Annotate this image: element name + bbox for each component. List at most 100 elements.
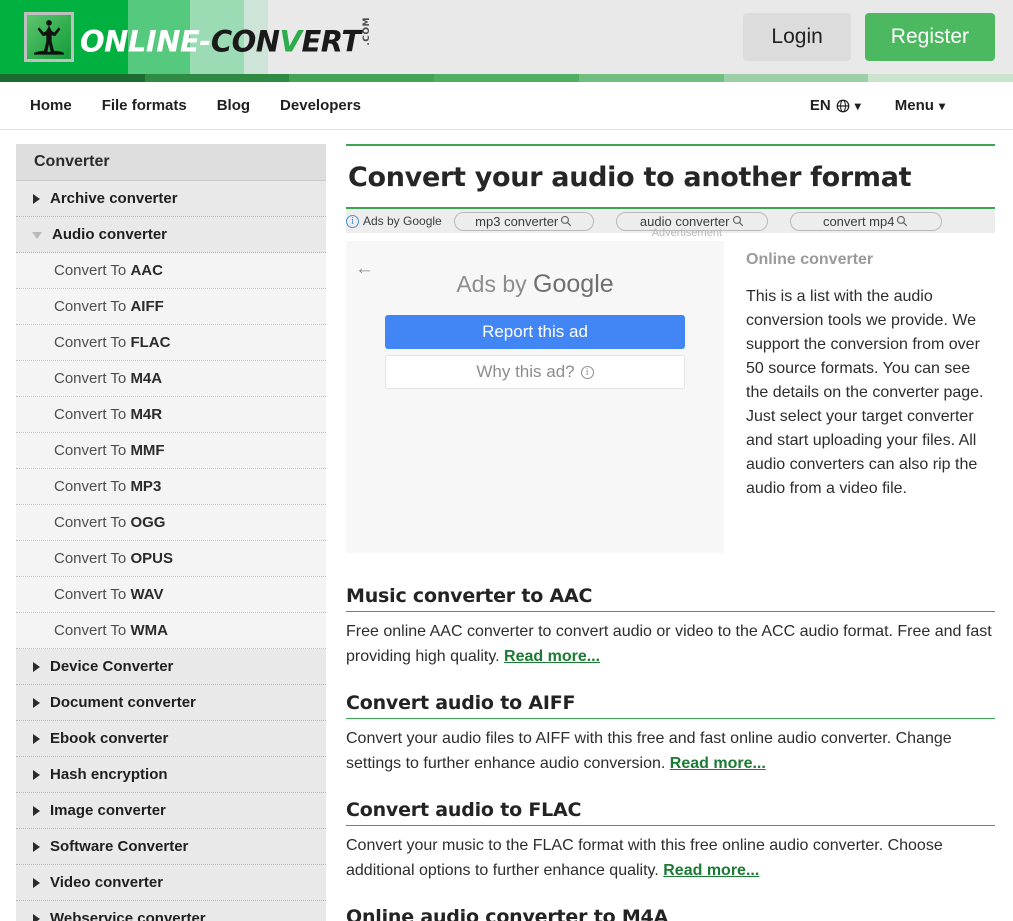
- read-more-link[interactable]: Read more...: [663, 862, 759, 879]
- search-icon: [560, 215, 572, 227]
- chevron-down-icon: ▾: [854, 98, 861, 113]
- intro-text-block: Online converter This is a list with the…: [746, 241, 995, 553]
- sidebar-item-format: MMF: [130, 442, 165, 459]
- sidebar-group-label: Device Converter: [50, 658, 174, 675]
- search-icon: [732, 215, 744, 227]
- read-more-link[interactable]: Read more...: [670, 755, 766, 772]
- section-heading: Convert audio to FLAC: [346, 799, 995, 826]
- sidebar-group-label: Image converter: [50, 802, 166, 819]
- sidebar-list: Archive converter Audio converter Convert …: [16, 181, 326, 921]
- sidebar-item-convert-to-m4r[interactable]: Convert To M4R: [16, 397, 326, 433]
- sidebar-group-webservice-converter[interactable]: Webservice converter: [16, 901, 326, 921]
- sidebar-item-convert-to-aac[interactable]: Convert To AAC: [16, 253, 326, 289]
- logo-text-tld: .COM: [361, 17, 372, 46]
- ad-keyword-text: mp3 converter: [475, 213, 559, 229]
- logo-text-con: CON: [210, 24, 280, 59]
- report-this-ad-button[interactable]: Report this ad: [385, 315, 685, 349]
- sidebar-item-format: WAV: [130, 586, 164, 603]
- sidebar-group-label: Video converter: [50, 874, 164, 891]
- section-body: Convert your audio files to AIFF with th…: [346, 726, 995, 776]
- stripe-segment: [144, 74, 290, 82]
- sidebar-item-prefix: Convert To: [54, 262, 131, 279]
- ad-keyword-pill[interactable]: mp3 converter: [453, 211, 594, 231]
- sidebar-item-format: M4A: [130, 370, 163, 387]
- sidebar-item-prefix: Convert To: [54, 298, 131, 315]
- sidebar-group-hash-encryption[interactable]: Hash encryption: [16, 757, 326, 793]
- sidebar-item-format: OGG: [130, 514, 166, 531]
- sidebar-item-prefix: Convert To: [54, 442, 131, 459]
- sidebar-item-convert-to-wav[interactable]: Convert To WAV: [16, 577, 326, 613]
- menu-button[interactable]: Menu ▾: [895, 97, 945, 114]
- nav-links: Home File formats Blog Developers: [30, 97, 361, 114]
- sidebar-item-convert-to-mp3[interactable]: Convert To MP3: [16, 469, 326, 505]
- sidebar-group-document-converter[interactable]: Document converter: [16, 685, 326, 721]
- login-button[interactable]: Login: [743, 13, 851, 61]
- sidebar-item-convert-to-opus[interactable]: Convert To OPUS: [16, 541, 326, 577]
- converter-section: Convert audio to AIFF Convert your audio …: [346, 692, 995, 776]
- info-icon[interactable]: i: [346, 214, 359, 228]
- sidebar-group-software-converter[interactable]: Software Converter: [16, 829, 326, 865]
- chevron-right-icon: [33, 697, 40, 708]
- nav-link-blog[interactable]: Blog: [217, 97, 250, 114]
- chevron-right-icon: [33, 877, 40, 888]
- nav-link-file-formats[interactable]: File formats: [102, 97, 187, 114]
- chevron-right-icon: [33, 841, 40, 852]
- sidebar-group-archive-converter[interactable]: Archive converter: [16, 181, 326, 217]
- sidebar-item-prefix: Convert To: [54, 334, 131, 351]
- read-more-link[interactable]: Read more...: [504, 648, 600, 665]
- converter-sections: Music converter to AAC Free online AAC co…: [346, 585, 995, 921]
- intro-heading: Online converter: [746, 251, 874, 268]
- logo-text-ert: ERT: [301, 24, 361, 59]
- why-this-ad-label: Why this ad?: [476, 362, 575, 381]
- ad-and-intro-row: Advertisement ← Ads by Google Report thi…: [346, 227, 995, 553]
- why-this-ad-button[interactable]: Why this ad? i: [385, 355, 685, 389]
- sidebar-item-convert-to-m4a[interactable]: Convert To M4A: [16, 361, 326, 397]
- intro-body: This is a list with the audio conversion…: [746, 288, 984, 497]
- logo-text-v: V: [279, 24, 302, 59]
- back-arrow-icon[interactable]: ←: [355, 259, 374, 278]
- sidebar-item-prefix: Convert To: [54, 586, 131, 603]
- globe-icon: [836, 99, 850, 113]
- sidebar-group-video-converter[interactable]: Video converter: [16, 865, 326, 901]
- sidebar-group-image-converter[interactable]: Image converter: [16, 793, 326, 829]
- menu-label: Menu: [894, 97, 934, 114]
- sidebar-group-label: Archive converter: [50, 190, 178, 207]
- sidebar-item-format: M4R: [130, 406, 163, 423]
- google-ad-panel: Advertisement ← Ads by Google Report thi…: [346, 227, 724, 553]
- sidebar-group-audio-converter[interactable]: Audio converter: [16, 217, 326, 253]
- nav-utilities: EN ▾ Menu ▾: [810, 97, 993, 114]
- site-logo[interactable]: ONLINE-CONVERT.COM: [24, 12, 372, 62]
- sidebar-item-convert-to-flac[interactable]: Convert To FLAC: [16, 325, 326, 361]
- section-heading: Music converter to AAC: [346, 585, 995, 612]
- language-selector[interactable]: EN ▾: [810, 97, 861, 114]
- sidebar-item-format: AIFF: [130, 298, 164, 315]
- sidebar-title: Converter: [16, 144, 326, 181]
- sidebar-group-device-converter[interactable]: Device Converter: [16, 649, 326, 685]
- search-icon: [896, 215, 908, 227]
- nav-link-home[interactable]: Home: [30, 97, 72, 114]
- sidebar-item-format: MP3: [130, 478, 162, 495]
- stripe-segment: [868, 74, 1013, 82]
- ads-by-google-label: Ads by Google: [363, 214, 442, 228]
- converter-sidebar: Converter Archive converter Audio convert…: [16, 144, 326, 921]
- nav-link-developers[interactable]: Developers: [280, 97, 361, 114]
- sidebar-item-convert-to-aiff[interactable]: Convert To AIFF: [16, 289, 326, 325]
- section-heading: Online audio converter to M4A: [346, 906, 669, 921]
- sidebar-item-convert-to-wma[interactable]: Convert To WMA: [16, 613, 326, 649]
- converter-section-partial: Online audio converter to M4A: [346, 906, 995, 921]
- ad-keyword-pill[interactable]: convert mp4: [789, 211, 942, 231]
- main-content: Convert your audio to another format i A…: [346, 144, 997, 921]
- sidebar-item-convert-to-mmf[interactable]: Convert To MMF: [16, 433, 326, 469]
- sidebar-group-ebook-converter[interactable]: Ebook converter: [16, 721, 326, 757]
- stripe-segment: [723, 74, 869, 82]
- logo-text-online: ONLINE-: [80, 24, 211, 59]
- section-body-text: Convert your music to the FLAC format wi…: [346, 837, 943, 879]
- register-button[interactable]: Register: [864, 13, 995, 61]
- auth-actions: Login Register: [743, 13, 997, 61]
- info-icon: i: [580, 365, 594, 379]
- sidebar-item-format: AAC: [130, 262, 163, 279]
- sidebar-item-prefix: Convert To: [54, 406, 131, 423]
- sidebar-item-convert-to-ogg[interactable]: Convert To OGG: [16, 505, 326, 541]
- stripe-segment: [578, 74, 724, 82]
- sidebar-group-label: Audio converter: [52, 226, 168, 243]
